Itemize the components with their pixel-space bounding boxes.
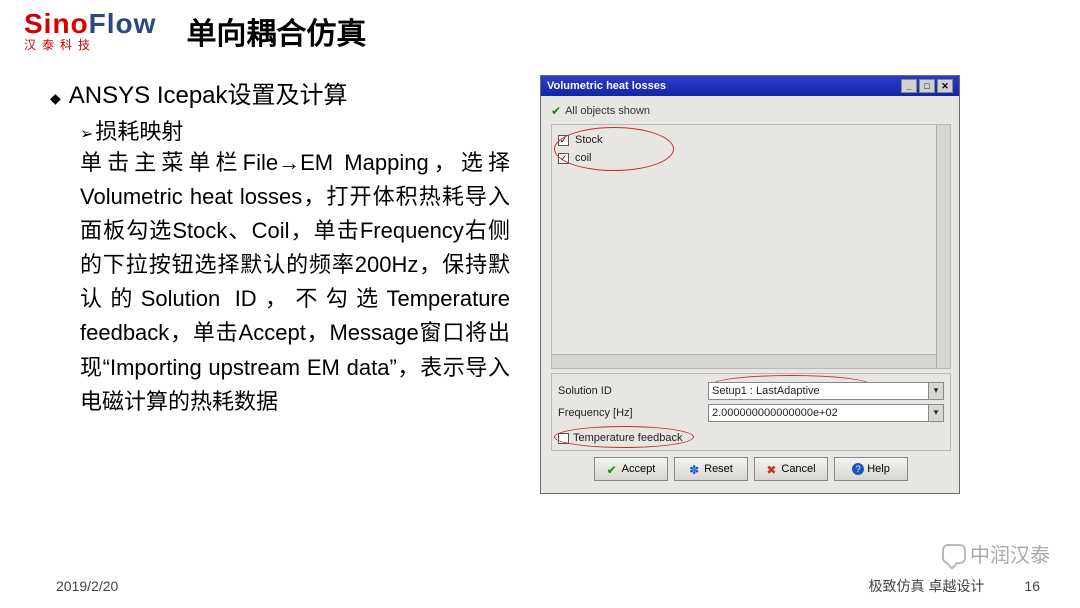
help-icon: ? <box>852 463 864 475</box>
dialog-title-text: Volumetric heat losses <box>547 80 899 92</box>
chevron-down-icon[interactable]: ▾ <box>928 383 943 399</box>
page-title: 单向耦合仿真 <box>186 9 366 53</box>
reset-icon: ✽ <box>689 463 701 475</box>
scrollbar-vertical[interactable] <box>936 125 950 368</box>
minimize-icon[interactable]: _ <box>901 79 917 93</box>
maximize-icon[interactable]: □ <box>919 79 935 93</box>
cancel-button[interactable]: ✖Cancel <box>754 457 828 481</box>
reset-button-label: Reset <box>704 463 733 475</box>
reset-button[interactable]: ✽Reset <box>674 457 748 481</box>
annotation-circle-list <box>554 127 674 171</box>
label-solution-id: Solution ID <box>558 385 708 397</box>
footer-slogan: 极致仿真 卓越设计 <box>869 576 985 596</box>
bullet-level1-text: ANSYS Icepak设置及计算 <box>69 75 348 110</box>
logo: SinoFlow 汉泰科技 <box>24 8 156 53</box>
check-icon: ✔ <box>607 463 619 475</box>
bullet-level1: ◆ANSYS Icepak设置及计算 <box>50 75 510 110</box>
help-button[interactable]: ?Help <box>834 457 908 481</box>
status-row: ✔ All objects shown <box>551 104 951 118</box>
logo-text-flow: Flow <box>89 8 157 39</box>
annotation-circle-tempfeedback <box>554 426 694 448</box>
paragraph: 单击主菜单栏File→EM Mapping，选择Volumetric heat … <box>80 146 510 419</box>
bullet-level2-text: 损耗映射 <box>95 119 183 144</box>
cancel-icon: ✖ <box>766 463 778 475</box>
footer-page-number: 16 <box>1024 578 1040 594</box>
select-solution-id-value: Setup1 : LastAdaptive <box>712 385 820 397</box>
select-frequency[interactable]: 2.000000000000000e+02 ▾ <box>708 404 944 422</box>
dialog-titlebar[interactable]: Volumetric heat losses _ □ ✕ <box>541 76 959 96</box>
object-list: ✓ Stock ✓ coil <box>551 124 951 369</box>
accept-button[interactable]: ✔Accept <box>594 457 668 481</box>
wechat-icon <box>942 544 966 564</box>
watermark-text: 中润汉泰 <box>970 539 1050 568</box>
close-icon[interactable]: ✕ <box>937 79 953 93</box>
bullet-level2: ➢损耗映射 <box>80 114 510 146</box>
accept-button-label: Accept <box>622 463 656 475</box>
check-icon: ✔ <box>551 104 561 118</box>
dialog-volumetric-heat-losses: Volumetric heat losses _ □ ✕ ✔ All objec… <box>540 75 960 494</box>
logo-text-sino: Sino <box>24 8 89 39</box>
select-solution-id[interactable]: Setup1 : LastAdaptive ▾ <box>708 382 944 400</box>
form-area: Solution ID Setup1 : LastAdaptive ▾ Frequ… <box>551 373 951 451</box>
cancel-button-label: Cancel <box>781 463 815 475</box>
select-frequency-value: 2.000000000000000e+02 <box>712 407 838 419</box>
label-frequency: Frequency [Hz] <box>558 407 708 419</box>
status-text: All objects shown <box>565 105 650 117</box>
watermark: 中润汉泰 <box>942 539 1050 568</box>
footer-date: 2019/2/20 <box>56 578 118 594</box>
help-button-label: Help <box>867 463 890 475</box>
chevron-down-icon[interactable]: ▾ <box>928 405 943 421</box>
scrollbar-horizontal[interactable] <box>552 354 936 368</box>
button-row: ✔Accept ✽Reset ✖Cancel ?Help <box>551 457 951 485</box>
